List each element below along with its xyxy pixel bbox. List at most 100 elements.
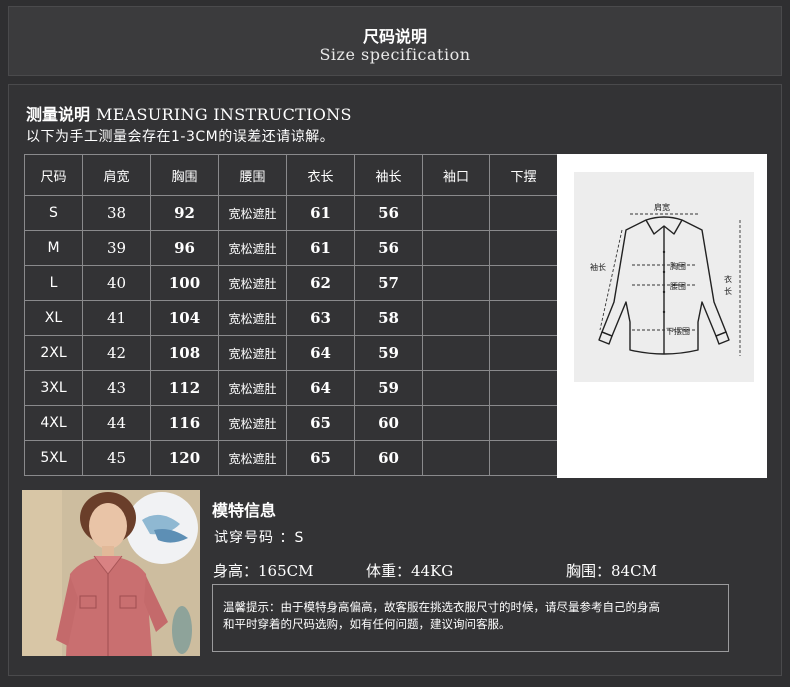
diagram-background: 肩宽 胸围 腰围 袖长 衣 长 下摆围 — [574, 172, 754, 382]
table-cell: 60 — [354, 405, 423, 441]
table-cell: 宽松遮肚 — [218, 195, 287, 231]
table-cell: 64 — [286, 370, 355, 406]
table-cell: 宽松遮肚 — [218, 335, 287, 371]
table-cell: 61 — [286, 195, 355, 231]
table-row: M 39 96 宽松遮肚 61 56 — [24, 230, 558, 266]
table-cell — [422, 335, 490, 371]
table-cell: 96 — [150, 230, 219, 266]
measuring-note: 以下为手工测量会存在1-3CM的误差还请谅解。 — [26, 129, 335, 145]
header-title-zh: 尺码说明 — [362, 27, 427, 46]
table-cell — [489, 230, 558, 266]
table-cell — [422, 265, 490, 301]
table-cell: 92 — [150, 195, 219, 231]
table-cell — [422, 370, 490, 406]
table-cell: 116 — [150, 405, 219, 441]
table-cell — [422, 405, 490, 441]
diagram-label-sleeve: 袖长 — [590, 262, 606, 272]
table-cell: 3XL — [24, 370, 83, 406]
table-row: 4XL 44 116 宽松遮肚 65 60 — [24, 405, 558, 441]
table-cell: 2XL — [24, 335, 83, 371]
table-header-cell: 尺码 — [24, 154, 83, 196]
model-weight-value: 44KG — [411, 562, 454, 580]
table-cell: 61 — [286, 230, 355, 266]
notice-line-2: 和平时穿着的尺码选购，如有任何问题，建议询问客服。 — [223, 617, 511, 631]
table-cell: 44 — [82, 405, 151, 441]
model-height-value: 165CM — [258, 562, 314, 580]
size-table: 尺码 肩宽 胸围 腰围 衣长 袖长 袖口 下摆 S 38 92 宽松遮肚 61 … — [24, 154, 558, 476]
table-cell: 43 — [82, 370, 151, 406]
diagram-label-chest: 胸围 — [670, 261, 686, 271]
table-header-cell: 下摆 — [489, 154, 558, 196]
table-cell — [422, 195, 490, 231]
measuring-title-en: MEASURING INSTRUCTIONS — [96, 105, 352, 124]
table-cell: 108 — [150, 335, 219, 371]
table-cell: 60 — [354, 440, 423, 476]
table-cell: 宽松遮肚 — [218, 440, 287, 476]
table-cell — [422, 300, 490, 336]
table-header-cell: 袖口 — [422, 154, 490, 196]
table-cell: 63 — [286, 300, 355, 336]
diagram-label-waist: 腰围 — [670, 282, 686, 291]
measuring-title-zh: 测量说明 — [26, 105, 91, 124]
table-cell: 112 — [150, 370, 219, 406]
table-cell: 39 — [82, 230, 151, 266]
table-cell: 65 — [286, 405, 355, 441]
model-photo — [22, 490, 200, 656]
table-cell: 64 — [286, 335, 355, 371]
measurement-diagram: 肩宽 胸围 腰围 袖长 衣 长 下摆围 — [557, 154, 767, 478]
table-cell: 宽松遮肚 — [218, 300, 287, 336]
table-cell: 100 — [150, 265, 219, 301]
model-bust-label: 胸围： — [566, 562, 612, 580]
table-cell: M — [24, 230, 83, 266]
table-cell: S — [24, 195, 83, 231]
table-cell: XL — [24, 300, 83, 336]
table-cell: 40 — [82, 265, 151, 301]
notice-line-1: 温馨提示：由于模特身高偏高，故客服在挑选衣服尺寸的时候，请尽量参考自己的身高 — [223, 600, 660, 614]
table-cell: 59 — [354, 335, 423, 371]
table-row: 5XL 45 120 宽松遮肚 65 60 — [24, 440, 558, 476]
table-cell: 56 — [354, 195, 423, 231]
size-notice: 温馨提示：由于模特身高偏高，故客服在挑选衣服尺寸的时候，请尽量参考自己的身高 和… — [212, 584, 729, 652]
table-cell: 62 — [286, 265, 355, 301]
table-cell — [489, 195, 558, 231]
table-cell — [422, 440, 490, 476]
table-cell: 104 — [150, 300, 219, 336]
shirt-outline-illustration: 肩宽 胸围 腰围 袖长 衣 长 下摆围 — [590, 202, 741, 356]
model-bust: 胸围：84CM — [566, 560, 657, 581]
table-cell: 56 — [354, 230, 423, 266]
model-bust-value: 84CM — [611, 562, 657, 580]
table-cell: L — [24, 265, 83, 301]
table-header-cell: 腰围 — [218, 154, 287, 196]
table-row: L 40 100 宽松遮肚 62 57 — [24, 265, 558, 301]
table-header-cell: 肩宽 — [82, 154, 151, 196]
table-row: 3XL 43 112 宽松遮肚 64 59 — [24, 370, 558, 406]
table-cell: 38 — [82, 195, 151, 231]
table-cell: 宽松遮肚 — [218, 370, 287, 406]
model-info-title: 模特信息 — [212, 501, 277, 520]
table-header-cell: 胸围 — [150, 154, 219, 196]
model-height: 身高：165CM — [213, 560, 313, 581]
measuring-title: 测量说明 MEASURING INSTRUCTIONS — [26, 101, 352, 125]
table-cell — [489, 300, 558, 336]
table-cell: 42 — [82, 335, 151, 371]
model-photo-illustration — [22, 490, 200, 656]
table-header-row: 尺码 肩宽 胸围 腰围 衣长 袖长 袖口 下摆 — [24, 154, 558, 196]
table-cell: 宽松遮肚 — [218, 230, 287, 266]
header-title-en: Size specification — [319, 45, 471, 64]
table-row: S 38 92 宽松遮肚 61 56 — [24, 195, 558, 231]
table-cell: 5XL — [24, 440, 83, 476]
table-cell: 41 — [82, 300, 151, 336]
diagram-label-length-top: 衣 — [724, 274, 732, 284]
table-header-cell: 袖长 — [354, 154, 423, 196]
table-cell: 45 — [82, 440, 151, 476]
table-cell — [489, 370, 558, 406]
table-cell: 65 — [286, 440, 355, 476]
table-cell: 57 — [354, 265, 423, 301]
model-try-size: 试穿号码 ：S — [214, 530, 305, 546]
table-cell — [489, 405, 558, 441]
table-cell: 宽松遮肚 — [218, 265, 287, 301]
table-row: XL 41 104 宽松遮肚 63 58 — [24, 300, 558, 336]
table-row: 2XL 42 108 宽松遮肚 64 59 — [24, 335, 558, 371]
model-weight: 体重：44KG — [366, 560, 453, 581]
model-weight-label: 体重： — [366, 562, 412, 580]
